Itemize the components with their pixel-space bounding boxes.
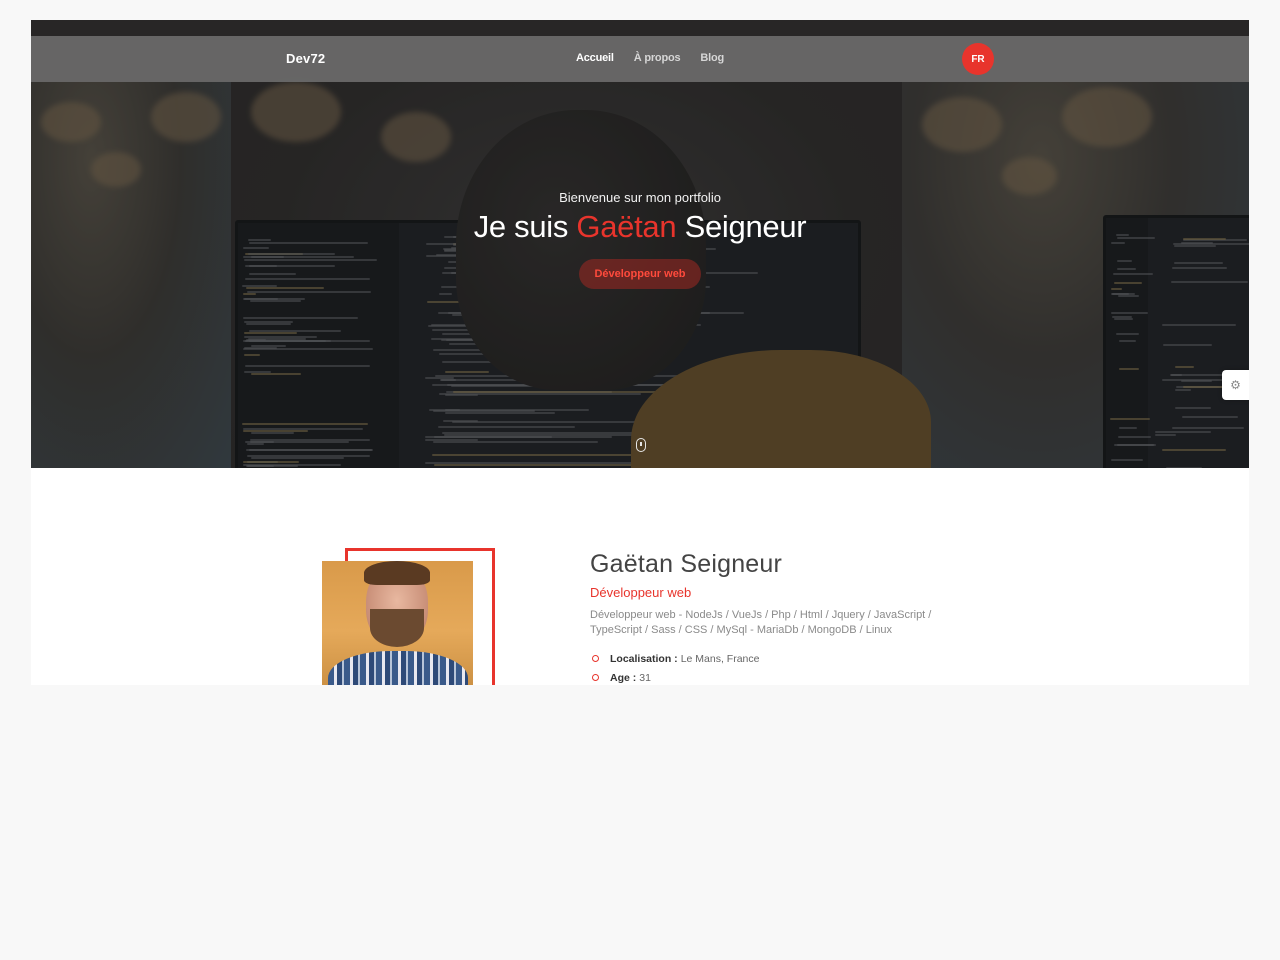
- detail-label: Localisation :: [610, 652, 678, 665]
- page-frame: Dev72 Accueil À propos Blog FR Bienvenue…: [31, 20, 1249, 685]
- hero-role-badge: Développeur web: [579, 259, 701, 289]
- hero-content: Bienvenue sur mon portfolio Je suis Gaët…: [31, 190, 1249, 289]
- hero-subtitle: Bienvenue sur mon portfolio: [559, 190, 721, 205]
- about-details: Localisation : Le Mans, France Age : 31: [590, 649, 950, 685]
- brand-logo[interactable]: Dev72: [286, 51, 325, 66]
- hero-title-suffix: Seigneur: [676, 209, 807, 244]
- detail-value: 31: [639, 671, 651, 684]
- nav-link-blog[interactable]: Blog: [700, 52, 724, 64]
- detail-location: Localisation : Le Mans, France: [590, 649, 950, 668]
- about-section: Gaëtan Seigneur Développeur web Développ…: [31, 468, 1249, 685]
- hero-title-prefix: Je suis: [473, 209, 577, 244]
- nav-link-a-propos[interactable]: À propos: [634, 52, 681, 64]
- language-button[interactable]: FR: [962, 43, 994, 75]
- about-description: Développeur web - NodeJs / VueJs / Php /…: [590, 609, 932, 636]
- about-name: Gaëtan Seigneur: [590, 550, 783, 578]
- mouse-icon[interactable]: [636, 438, 646, 452]
- hero-title-accent: Gaëtan: [576, 209, 677, 244]
- detail-age: Age : 31: [590, 668, 950, 685]
- bullet-circle-icon: [592, 655, 599, 662]
- hero-title: Je suis Gaëtan Seigneur: [31, 209, 1249, 245]
- detail-label: Age :: [610, 671, 637, 684]
- nav-link-accueil[interactable]: Accueil: [576, 52, 614, 64]
- profile-photo: [322, 561, 473, 685]
- nav-links: Accueil À propos Blog: [576, 52, 744, 64]
- navbar: Dev72 Accueil À propos Blog FR: [31, 36, 1249, 82]
- gear-icon: ⚙: [1230, 378, 1241, 392]
- bullet-circle-icon: [592, 674, 599, 681]
- detail-value: Le Mans, France: [680, 652, 760, 665]
- settings-button[interactable]: ⚙: [1222, 370, 1249, 400]
- about-role: Développeur web: [590, 585, 692, 600]
- about-info: Gaëtan Seigneur Développeur web Développ…: [590, 550, 950, 685]
- hero-section: Dev72 Accueil À propos Blog FR Bienvenue…: [31, 20, 1249, 468]
